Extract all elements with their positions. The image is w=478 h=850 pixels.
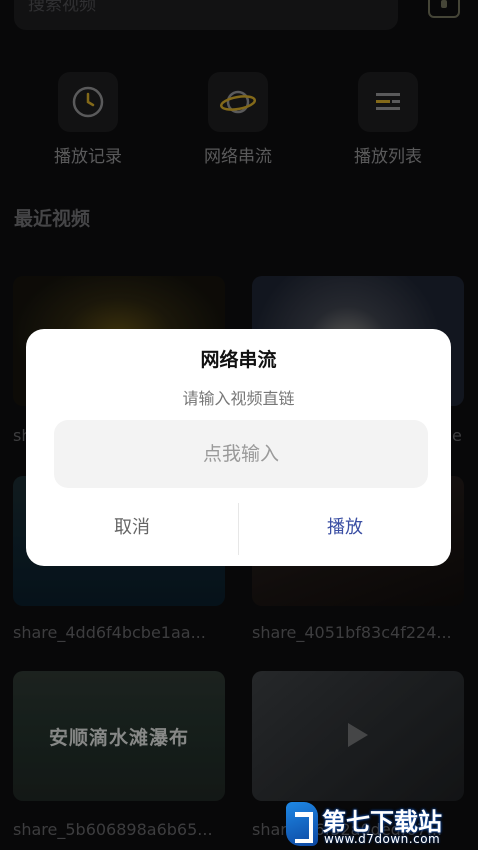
watermark-url: www.d7down.com xyxy=(324,832,441,846)
watermark: 第七下载站 www.d7down.com xyxy=(286,800,478,850)
network-stream-dialog: 网络串流 请输入视频直链 取消 播放 xyxy=(26,329,451,566)
cancel-button[interactable]: 取消 xyxy=(26,499,238,557)
play-button[interactable]: 播放 xyxy=(239,499,451,557)
watermark-logo xyxy=(286,802,318,846)
dialog-title: 网络串流 xyxy=(200,349,277,371)
dialog-subtitle: 请输入视频直链 xyxy=(182,389,295,408)
url-input[interactable] xyxy=(54,420,428,488)
